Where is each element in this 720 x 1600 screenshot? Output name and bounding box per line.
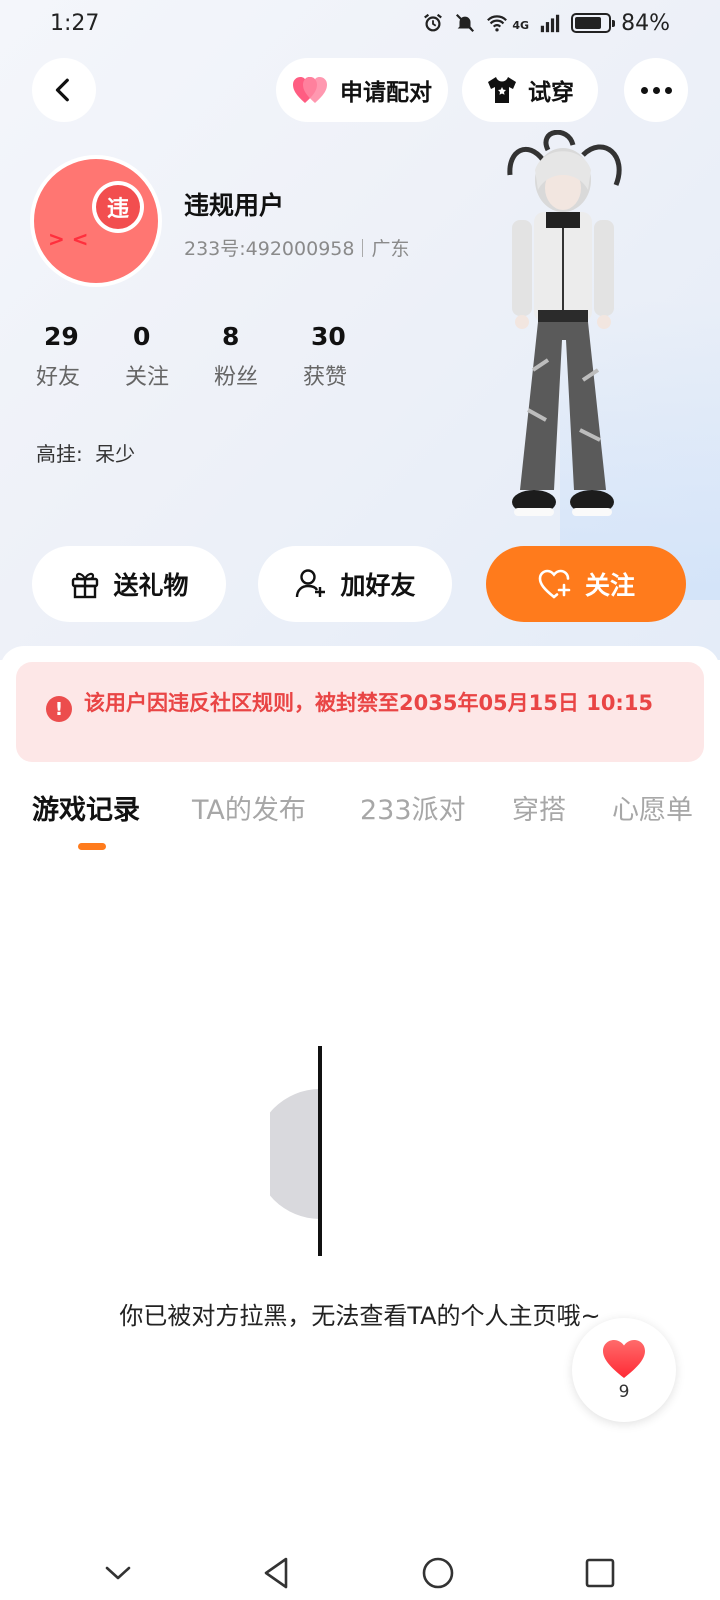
stat-following[interactable]: 0 关注 xyxy=(125,322,214,391)
stat-fans[interactable]: 8 粉丝 xyxy=(214,322,303,391)
profile-stats: 29 好友 0 关注 8 粉丝 30 获赞 xyxy=(36,322,392,391)
add-user-icon xyxy=(296,569,326,598)
back-button[interactable] xyxy=(32,58,96,122)
stat-value: 30 xyxy=(311,322,346,351)
status-value: 呆少 xyxy=(95,442,136,466)
status-bar: 1:27 4G 84% xyxy=(0,0,720,46)
tab-233-party[interactable]: 233派对 xyxy=(360,788,466,827)
add-friend-button[interactable]: 加好友 xyxy=(258,546,452,622)
user-meta: 233号:492000958 广东 xyxy=(184,234,409,261)
battery-icon xyxy=(571,13,616,33)
active-tab-indicator xyxy=(78,843,106,850)
recents-square-icon[interactable] xyxy=(584,1557,616,1589)
user-status-line: 高挂: 呆少 xyxy=(36,438,135,467)
double-heart-icon xyxy=(293,77,327,103)
status-time: 1:27 xyxy=(50,10,100,36)
tab-wishlist[interactable]: 心愿单 xyxy=(612,788,693,827)
stat-label: 获赞 xyxy=(303,365,348,390)
alarm-icon xyxy=(424,13,443,32)
user-location: 广东 xyxy=(371,238,410,260)
stat-value: 0 xyxy=(133,322,151,351)
status-prefix: 高挂: xyxy=(36,442,83,466)
follow-button[interactable]: 关注 xyxy=(486,546,686,622)
blocked-illustration xyxy=(270,1046,322,1256)
more-options-button[interactable] xyxy=(624,58,688,122)
stat-friends[interactable]: 29 好友 xyxy=(36,322,125,391)
like-button[interactable]: 9 xyxy=(572,1318,676,1422)
gift-icon xyxy=(72,572,99,599)
avatar[interactable]: > < 违 xyxy=(30,155,162,287)
ban-notice-text: 该用户因违反社区规则，被封禁至2035年05月15日 10:15 xyxy=(84,691,654,715)
bell-muted-icon xyxy=(456,13,475,33)
match-request-label: 申请配对 xyxy=(340,80,432,106)
violation-badge: 违 xyxy=(92,181,144,233)
user-id: 233号:492000958 xyxy=(184,238,355,260)
wifi-icon xyxy=(487,15,508,32)
home-circle-icon[interactable] xyxy=(421,1556,455,1590)
like-count: 9 xyxy=(618,1382,630,1402)
add-friend-label: 加好友 xyxy=(340,571,416,600)
chevron-left-icon xyxy=(55,78,69,102)
follow-label: 关注 xyxy=(584,571,635,600)
heart-plus-icon xyxy=(538,569,571,599)
try-on-label: 试穿 xyxy=(528,80,574,106)
tab-posts[interactable]: TA的发布 xyxy=(192,788,306,827)
network-type: 4G xyxy=(512,18,530,32)
stat-value: 29 xyxy=(44,322,79,351)
tab-outfits[interactable]: 穿搭 xyxy=(512,788,566,827)
tshirt-icon xyxy=(488,77,516,103)
stat-value: 8 xyxy=(222,322,240,351)
try-on-button[interactable]: 试穿 xyxy=(462,58,598,122)
stat-label: 关注 xyxy=(125,365,170,390)
character-figure[interactable] xyxy=(488,130,638,540)
profile-tabs: 游戏记录 TA的发布 233派对 穿搭 心愿单 xyxy=(0,788,720,848)
battery-percent: 84% xyxy=(621,10,670,36)
ban-notice: ! 该用户因违反社区规则，被封禁至2035年05月15日 10:15 xyxy=(16,662,704,762)
more-dots-icon xyxy=(640,86,648,94)
stat-likes[interactable]: 30 获赞 xyxy=(303,322,392,391)
avatar-face: > < xyxy=(48,227,89,251)
username: 违规用户 xyxy=(184,191,285,220)
match-request-button[interactable]: 申请配对 xyxy=(276,58,448,122)
status-icons: 4G 84% xyxy=(422,11,670,36)
warning-icon: ! xyxy=(46,696,72,722)
back-triangle-icon[interactable] xyxy=(261,1556,293,1590)
signal-icon xyxy=(540,14,560,33)
meta-divider xyxy=(362,238,364,257)
system-nav-bar xyxy=(0,1546,720,1600)
stat-label: 粉丝 xyxy=(214,365,259,390)
tab-game-records[interactable]: 游戏记录 xyxy=(32,788,140,827)
chevron-down-icon[interactable] xyxy=(104,1563,132,1583)
send-gift-label: 送礼物 xyxy=(113,571,189,600)
stat-label: 好友 xyxy=(36,365,81,390)
heart-icon xyxy=(603,1340,645,1378)
send-gift-button[interactable]: 送礼物 xyxy=(32,546,226,622)
